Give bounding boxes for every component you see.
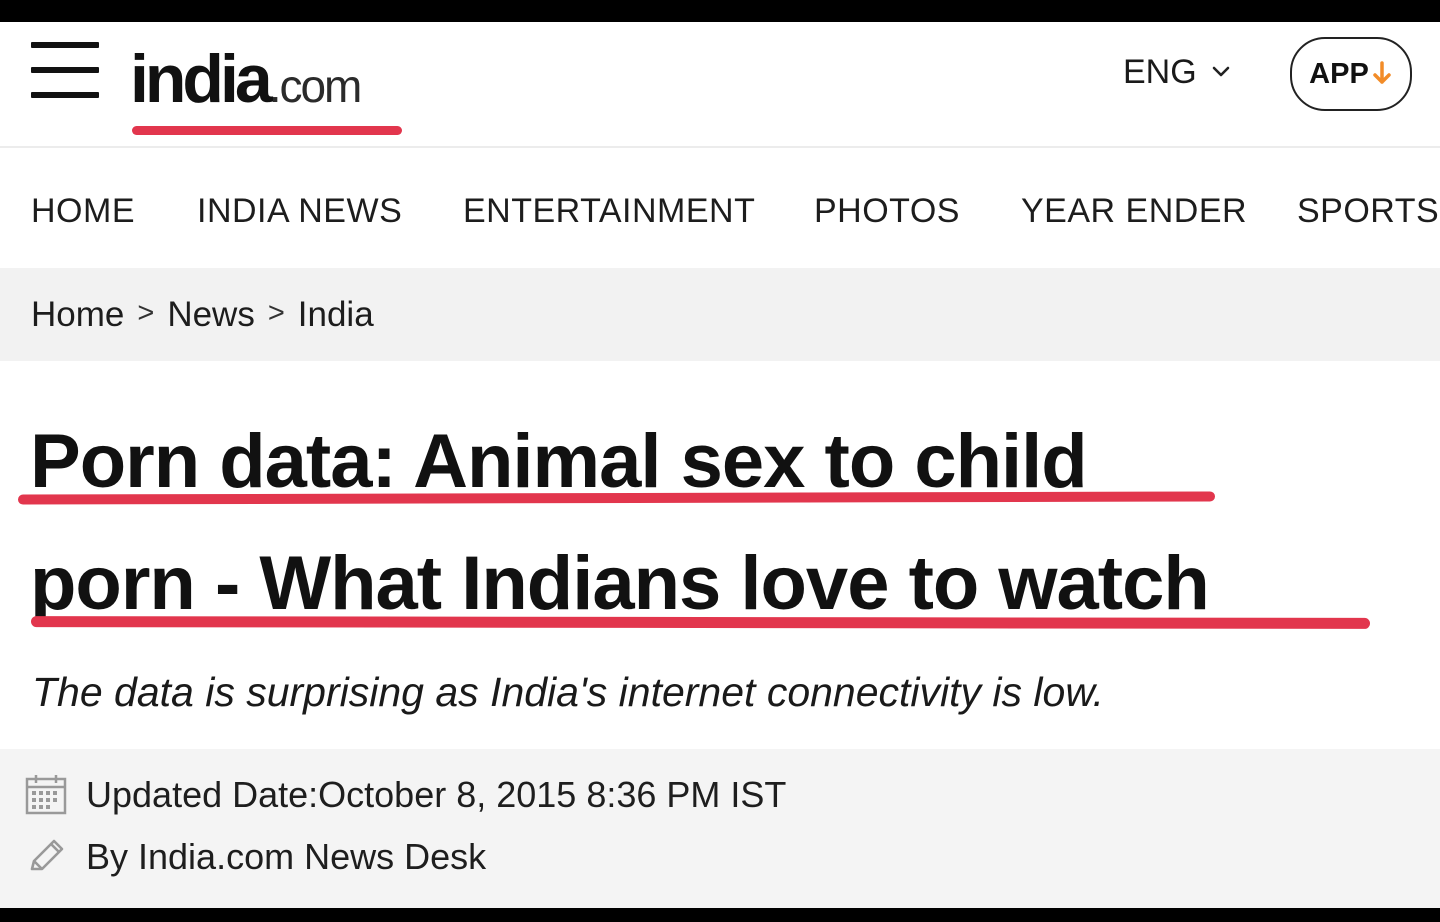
nav-item-india-news[interactable]: INDIA NEWS (197, 192, 402, 231)
updated-date-text: Updated Date:October 8, 2015 8:36 PM IST (86, 774, 787, 815)
main-navigation: HOME INDIA NEWS ENTERTAINMENT PHOTOS YEA… (0, 146, 1440, 268)
nav-item-home[interactable]: HOME (31, 192, 135, 231)
author-byline[interactable]: By India.com News Desk (86, 836, 486, 878)
nav-item-sports[interactable]: SPORTS (1297, 192, 1439, 231)
article-title: Porn data: Animal sex to child porn - Wh… (30, 401, 1400, 645)
author-row: By India.com News Desk (24, 835, 486, 879)
language-label: ENG (1123, 52, 1197, 91)
nav-item-entertainment[interactable]: ENTERTAINMENT (463, 192, 755, 231)
logo-word: india (130, 41, 273, 117)
article-title-line-1: Porn data: Animal sex to child (30, 419, 1088, 504)
menu-bar-top (31, 42, 99, 48)
article-meta: Updated Date:October 8, 2015 8:36 PM IST… (0, 749, 1440, 908)
logo-text: india.com (130, 45, 363, 119)
pencil-icon (24, 835, 68, 879)
breadcrumb-separator: > (137, 297, 155, 329)
nav-item-photos[interactable]: PHOTOS (814, 192, 960, 231)
breadcrumb-india[interactable]: India (298, 295, 374, 335)
app-download-button[interactable]: APP (1290, 37, 1412, 111)
bottom-black-bar (0, 908, 1440, 922)
page: india.com ENG APP HOME INDIA NEWS ENTERT… (0, 0, 1440, 922)
article-title-wrap: Porn data: Animal sex to child porn - Wh… (30, 401, 1400, 626)
chevron-down-icon (1209, 60, 1233, 84)
breadcrumb: Home > News > India (0, 268, 1440, 361)
calendar-icon (24, 773, 68, 817)
logo-domain: .com (268, 60, 363, 112)
app-label: APP (1309, 57, 1369, 90)
logo-underline (132, 126, 402, 135)
breadcrumb-home[interactable]: Home (31, 295, 124, 335)
breadcrumb-separator: > (267, 297, 285, 329)
title-underline-2 (30, 616, 1371, 629)
breadcrumb-news[interactable]: News (167, 295, 255, 335)
download-arrow-icon (1371, 60, 1393, 88)
site-logo[interactable]: india.com (130, 45, 412, 136)
updated-date-row: Updated Date:October 8, 2015 8:36 PM IST (24, 773, 786, 817)
nav-item-year-ender[interactable]: YEAR ENDER (1021, 192, 1247, 231)
article-subtitle: The data is surprising as India's intern… (32, 669, 1105, 715)
site-header: india.com ENG APP (0, 22, 1440, 146)
hamburger-menu-icon[interactable] (31, 42, 99, 98)
menu-bar-bottom (31, 92, 99, 98)
menu-bar-middle (31, 67, 99, 73)
language-selector[interactable]: ENG (1123, 53, 1233, 91)
top-black-bar (0, 0, 1440, 22)
